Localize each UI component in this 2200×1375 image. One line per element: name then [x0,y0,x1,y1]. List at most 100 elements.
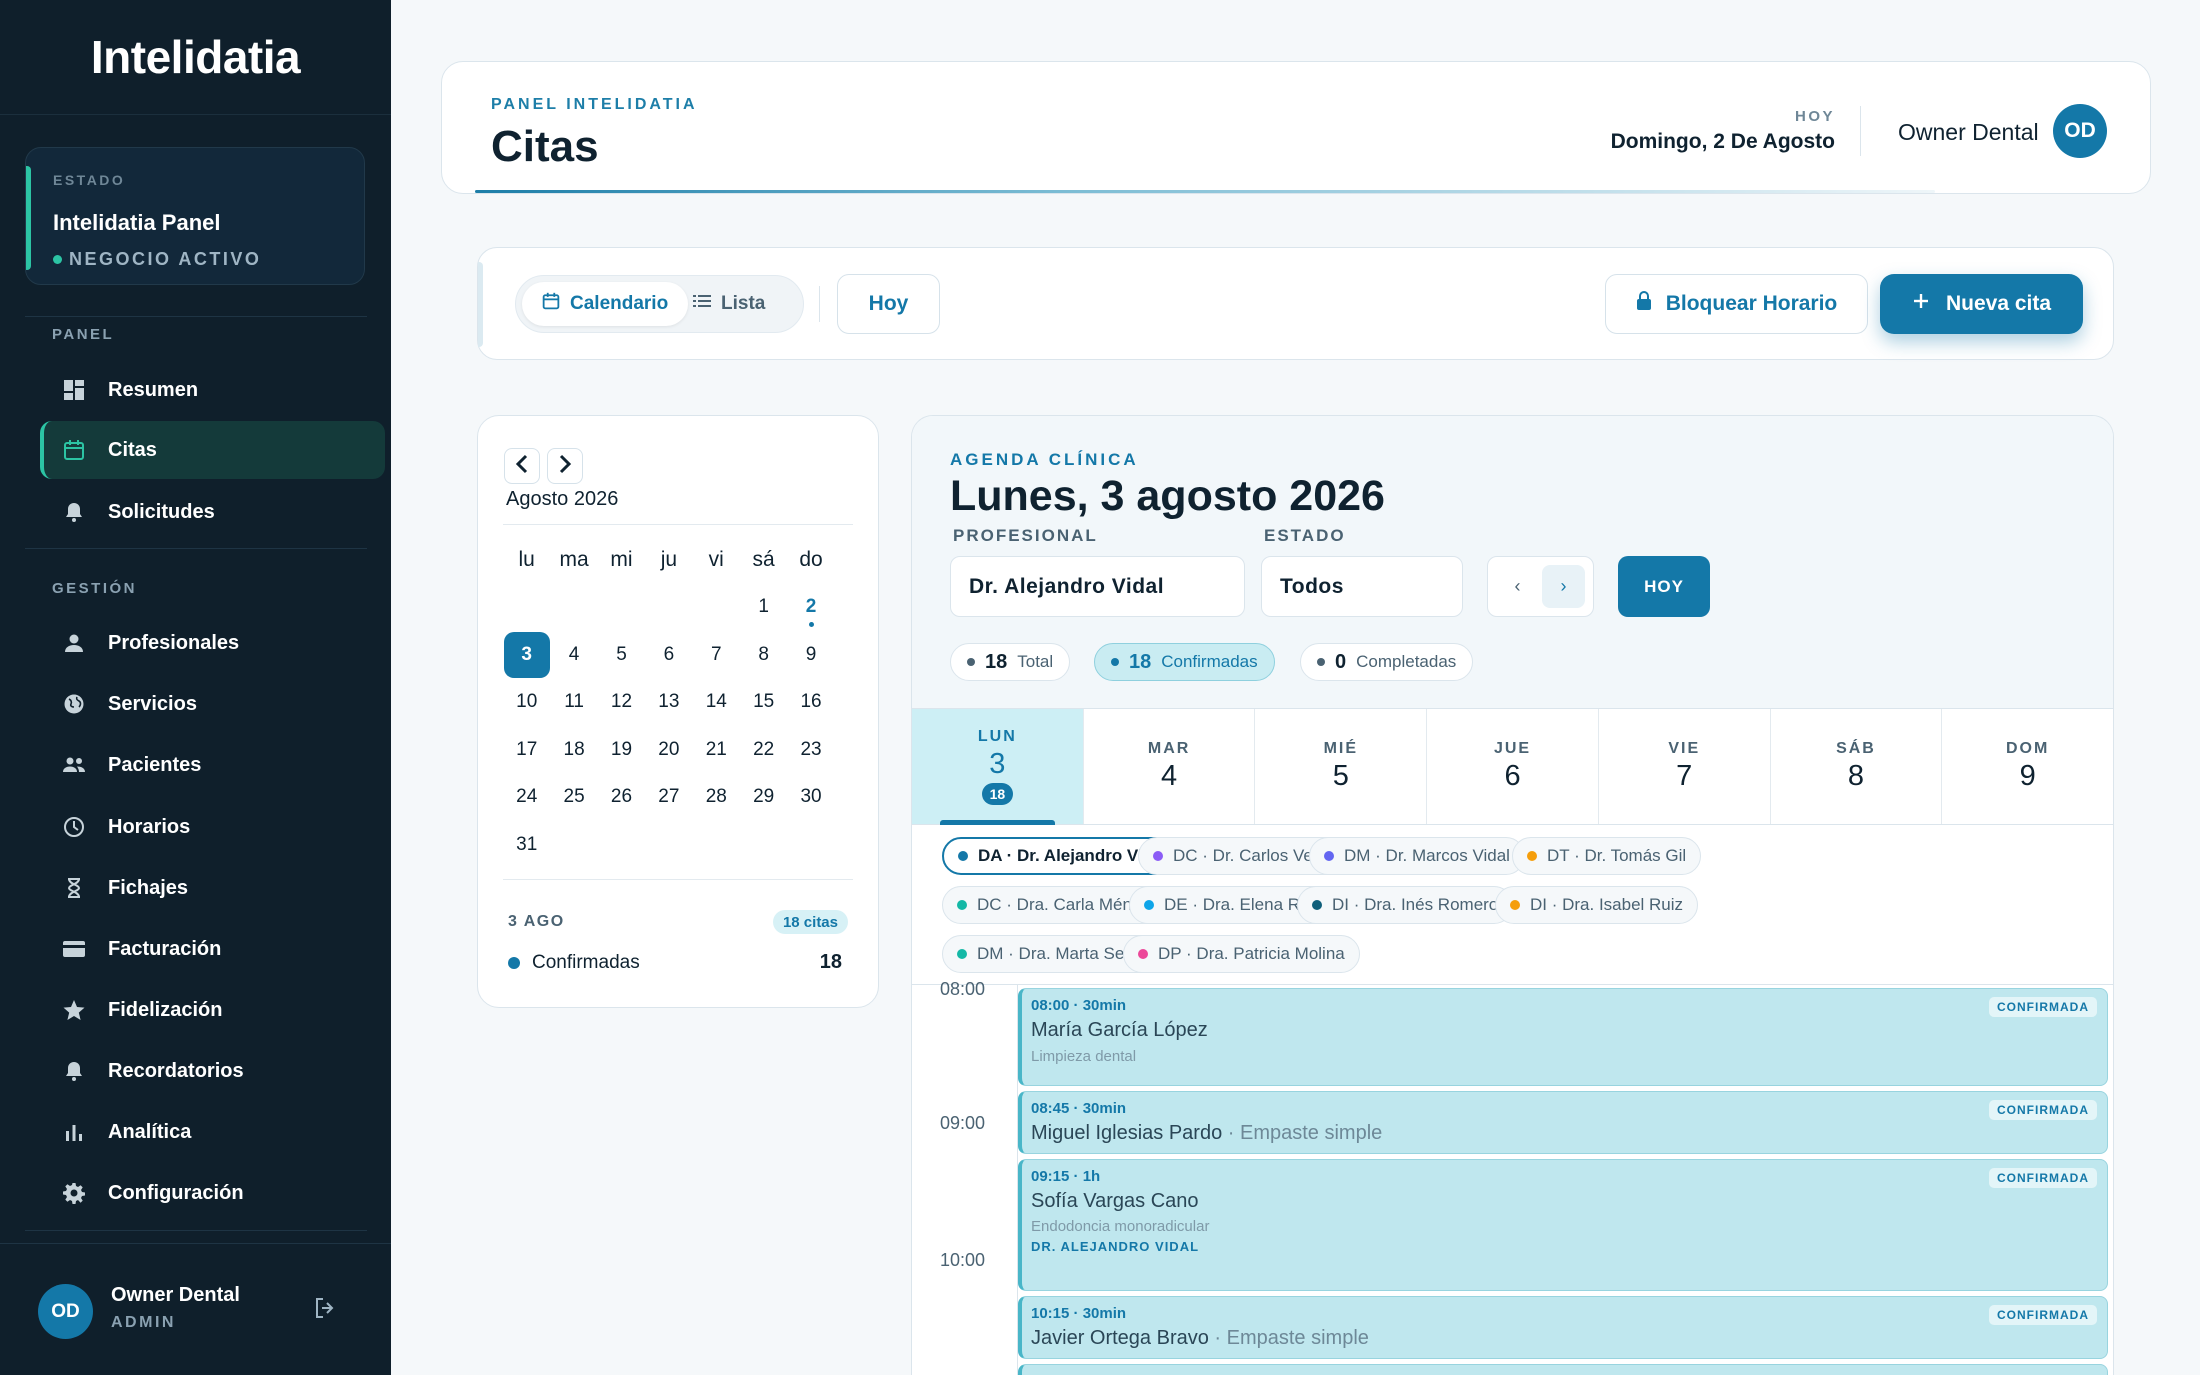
weekday-label: ma [559,547,589,571]
calendar-day[interactable]: 6 [645,633,692,677]
calendar-day[interactable]: 20 [645,728,692,772]
calendar-day[interactable]: 19 [598,728,645,772]
summary-label: Confirmadas [532,951,640,973]
calendar-day[interactable]: 30 [787,775,834,819]
appointment-service: Endodoncia monoradicular [1031,1218,1210,1235]
sidebar-item-recordatorios[interactable]: Recordatorios [40,1042,385,1100]
calendar-day[interactable]: 13 [645,680,692,724]
day-tab-mar[interactable]: MAR 4 [1084,709,1256,824]
page-header: PANEL INTELIDATIA Citas HOY Domingo, 2 D… [441,61,2151,194]
next-month-button[interactable] [547,448,583,484]
sidebar-item-label: Horarios [108,815,191,838]
calendar-day[interactable]: 1 [740,585,787,629]
calendar-day[interactable]: 24 [503,775,550,819]
new-appointment-button[interactable]: Nueva cita [1880,274,2083,334]
appointment-card[interactable]: 08:45 · 30min Miguel Iglesias Pardo · Em… [1018,1091,2108,1154]
calendar-day[interactable]: 17 [503,728,550,772]
stat-chip-completadas[interactable]: 0 Completadas [1300,643,1474,681]
calendar-day[interactable]: 27 [645,775,692,819]
calendar-day[interactable]: 26 [598,775,645,819]
nav-divider [25,316,367,317]
sidebar-item-pacientes[interactable]: Pacientes [40,736,385,794]
today-button[interactable]: Hoy [837,274,940,334]
prev-month-button[interactable] [504,448,540,484]
calendar-day[interactable]: 12 [598,680,645,724]
calendar-day[interactable]: 21 [693,728,740,772]
calendar-day[interactable]: 7 [693,633,740,677]
appointment-card[interactable] [1018,1364,2108,1375]
calendar-day[interactable]: 25 [550,775,597,819]
calendar-day[interactable]: 9 [787,633,834,677]
nav-divider [25,1230,367,1231]
sidebar-item-servicios[interactable]: Servicios [40,675,385,733]
day-name: MAR [1147,740,1191,757]
profesional-select[interactable]: Dr. Alejandro Vidal [950,556,1245,617]
sidebar-item-label: Servicios [108,692,197,715]
calendar-empty-cell [598,585,645,629]
prev-day-button[interactable]: ‹ [1496,565,1539,608]
day-tab-mie[interactable]: MIÉ 5 [1255,709,1428,824]
stat-chip-total[interactable]: 18 Total [950,643,1071,681]
block-schedule-button[interactable]: Bloquear Horario [1605,274,1868,334]
appointment-card[interactable]: 08:00 · 30min María García López Limpiez… [1018,988,2108,1086]
calendar-day[interactable]: 5 [598,633,645,677]
day-tab-vie[interactable]: VIE 7 [1599,709,1771,824]
professional-chip[interactable]: DM · Dr. Marcos Vidal [1309,837,1525,875]
sidebar-item-resumen[interactable]: Resumen [40,361,385,419]
sidebar-item-facturacion[interactable]: Facturación [40,920,385,978]
business-status-card: ESTADO Intelidatia Panel NEGOCIO ACTIVO [25,147,365,285]
calendar-day[interactable]: 15 [740,680,787,724]
avatar[interactable]: OD [2053,104,2107,158]
calendar-day[interactable]: 10 [503,680,550,724]
tab-calendario[interactable]: Calendario [522,282,689,326]
calendar-day[interactable]: 11 [550,680,597,724]
calendar-day[interactable]: 3 [503,631,550,678]
day-tab-dom[interactable]: DOM 9 [1942,709,2113,824]
month-label: Agosto 2026 [506,488,619,510]
day-tab-sab[interactable]: SÁB 8 [1771,709,1943,824]
sidebar-item-fichajes[interactable]: Fichajes [40,859,385,917]
professional-chip[interactable]: DI · Dra. Inés Romero [1297,886,1514,924]
professional-chip[interactable]: DP · Dra. Patricia Molina [1123,935,1360,973]
owner-name[interactable]: Owner Dental [1898,119,2039,146]
calendar-day[interactable]: 22 [740,728,787,772]
sidebar-item-profesionales[interactable]: Profesionales [40,614,385,672]
calendar-day[interactable]: 8 [740,633,787,677]
calendar-empty-cell [645,585,692,629]
next-day-button[interactable]: › [1542,565,1585,608]
calendar-day[interactable]: 16 [787,680,834,724]
calendar-day[interactable]: 4 [550,633,597,677]
professional-color-dot [958,851,968,861]
sidebar-item-analitica[interactable]: Analítica [40,1103,385,1161]
agenda-today-button[interactable]: HOY [1618,556,1710,617]
app-logo[interactable]: Intelidatia [0,0,391,115]
professional-chip[interactable]: DT · Dr. Tomás Gil [1512,837,1702,875]
sidebar-item-solicitudes[interactable]: Solicitudes [40,483,385,541]
tab-lista[interactable]: Lista [681,282,777,326]
day-tab-lun[interactable]: LUN 3 18 [912,709,1084,825]
sidebar-item-fidelizacion[interactable]: Fidelización [40,981,385,1039]
day-tab-jue[interactable]: JUE 6 [1427,709,1599,824]
sidebar-item-citas[interactable]: Citas [40,421,385,479]
professional-chip[interactable]: DI · Dra. Isabel Ruiz [1495,886,1699,924]
estado-select[interactable]: Todos [1261,556,1463,617]
calendar-day[interactable]: 23 [787,728,834,772]
appointment-card[interactable]: 09:15 · 1h Sofía Vargas Cano Endodoncia … [1018,1159,2108,1291]
stat-dot-icon [967,658,975,666]
stat-chip-confirmadas[interactable]: 18 Confirmadas [1094,643,1275,681]
calendar-day[interactable]: 28 [693,775,740,819]
calendar-day[interactable]: 14 [693,680,740,724]
calendar-day[interactable]: 2 [787,585,834,629]
calendar-icon [62,438,86,462]
sidebar-item-horarios[interactable]: Horarios [40,798,385,856]
star-icon [62,998,86,1022]
logout-icon[interactable] [313,1296,339,1322]
calendar-day[interactable]: 18 [550,728,597,772]
calendar-day[interactable]: 31 [503,823,550,867]
calendar-day[interactable]: 29 [740,775,787,819]
sidebar-item-configuracion[interactable]: Configuración [40,1164,385,1222]
list-icon [693,293,711,315]
avatar[interactable]: OD [38,1284,93,1339]
appointment-card[interactable]: 10:15 · 30min Javier Ortega Bravo · Empa… [1018,1296,2108,1359]
day-name: DOM [2006,740,2050,757]
